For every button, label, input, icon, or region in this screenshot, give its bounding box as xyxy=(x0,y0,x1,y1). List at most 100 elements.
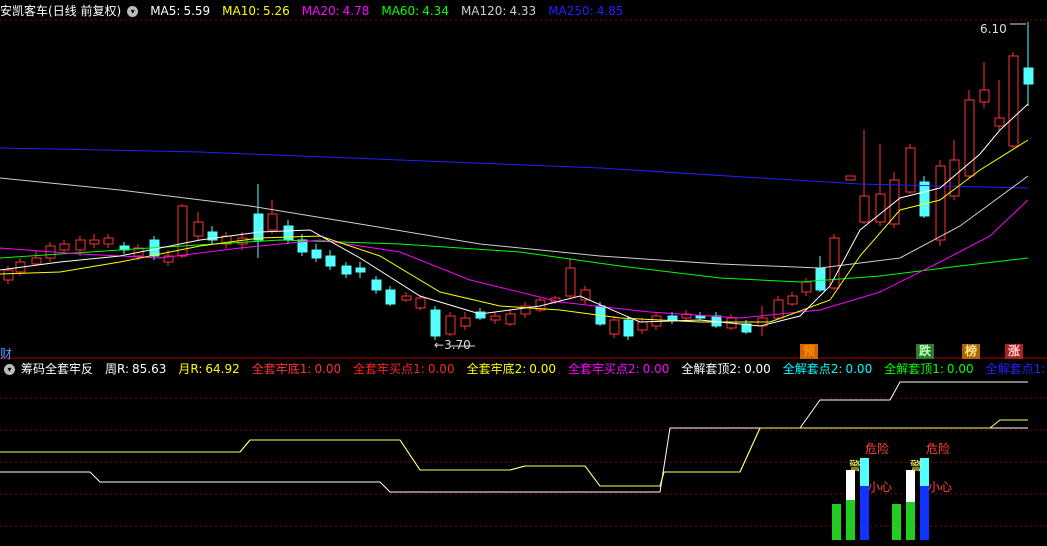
indicator-bar-green xyxy=(846,500,855,540)
candle-body xyxy=(253,213,264,241)
candle-body xyxy=(964,99,975,177)
ma-legend-item-label: MA5: xyxy=(150,4,181,18)
alert-label-1: 警 xyxy=(849,459,862,473)
ma-legend-item-label: MA10: xyxy=(222,4,261,18)
ma-legend-item-label: MA60: xyxy=(381,4,420,18)
candle-body xyxy=(89,239,100,245)
signal-zhang: 涨 xyxy=(1005,344,1024,359)
candle-body xyxy=(505,313,516,325)
stock-chart-window[interactable]: 安凯客车(日线 前复权) ▾ MA5: 5.59 MA10: 5.26 MA20: 4.78 M… xyxy=(0,0,1047,546)
ma-legend: MA5: 5.59 MA10: 5.26 MA20: 4.78 MA60: 4.34 MA120… xyxy=(144,4,629,18)
candle-body xyxy=(445,315,456,335)
ma-legend-item-2: MA20: 4.78 xyxy=(302,4,370,18)
candle-body xyxy=(875,193,886,223)
weekly-r-line-2 xyxy=(0,381,1028,493)
candle-body xyxy=(355,267,366,273)
candle-body xyxy=(283,225,294,241)
indicator-item-6: 全解套顶2: 0.00 xyxy=(681,362,770,376)
indicator-item-label: 全解套点2: xyxy=(782,362,843,376)
indicator-item-2: 全套牢底1: 0.00 xyxy=(252,362,341,376)
candle-body xyxy=(801,281,812,293)
indicator-item-7: 全解套点2: 0.00 xyxy=(783,362,872,376)
ma-legend-item-value: 4.78 xyxy=(342,4,370,18)
indicator-item-3: 全套牢买点1: 0.00 xyxy=(353,362,454,376)
candle-body xyxy=(695,315,706,319)
low-price-value: 3.70 xyxy=(444,338,471,352)
low-price-label: ←3.70 xyxy=(434,338,471,352)
indicator-item-label: 全套牢底2: xyxy=(466,362,527,376)
danger-label-1: 危险 xyxy=(865,442,890,456)
indicator-item-5: 全套牢买点2: 0.00 xyxy=(568,362,669,376)
candle-body xyxy=(859,195,870,223)
ma10-line xyxy=(0,139,1029,323)
indicator-item-value: 0.00 xyxy=(845,362,873,376)
candle-body xyxy=(385,289,396,305)
indicator-item-value: 64.92 xyxy=(205,362,240,376)
stock-name: 安凯客车 xyxy=(0,4,49,18)
ma-legend-item-value: 4.85 xyxy=(596,4,624,18)
danger-label-2: 危险 xyxy=(926,442,951,456)
candle-body xyxy=(311,249,322,259)
period-label: (日线 前复权) xyxy=(48,4,122,18)
signal-die: 跌 xyxy=(916,344,935,359)
ma-legend-item-3: MA60: 4.34 xyxy=(381,4,449,18)
ma-legend-item-label: MA120: xyxy=(460,4,507,18)
candle-body xyxy=(415,297,426,309)
candle-body xyxy=(59,243,70,251)
ma-legend-item-value: 4.33 xyxy=(509,4,537,18)
indicator-item-value: 0.00 xyxy=(946,362,974,376)
candle-body xyxy=(267,213,278,231)
careful-label-1: 小心 xyxy=(868,480,893,494)
indicator-item-value: 0.00 xyxy=(427,362,455,376)
signal-bang: 榜 xyxy=(962,344,981,359)
indicator-item-label: 月R: xyxy=(178,362,203,376)
candle-body xyxy=(773,299,784,319)
indicator-dropdown-icon[interactable]: ▾ xyxy=(4,364,15,375)
indicator-item-value: 0.00 xyxy=(314,362,342,376)
candle-body xyxy=(787,295,798,305)
indicator-bar-green xyxy=(892,504,901,540)
indicator-item-value: 85.63 xyxy=(132,362,167,376)
candle-body xyxy=(401,295,412,301)
ma-legend-item-1: MA10: 5.26 xyxy=(222,4,290,18)
candle-body xyxy=(845,175,856,181)
signal-yu: 预 xyxy=(800,344,819,359)
candle-body xyxy=(325,255,336,267)
indicator-item-9: 全解套点1:0.00 xyxy=(986,362,1047,376)
indicator-item-label: 周R: xyxy=(105,362,130,376)
indicator-item-value: 0.00 xyxy=(642,362,670,376)
candle-body xyxy=(829,237,840,289)
indicator-name: 筹码全套牢反 xyxy=(21,362,94,376)
candle-body xyxy=(31,257,42,265)
ma-legend-item-label: MA20: xyxy=(301,4,340,18)
main-legend-bar: 安凯客车(日线 前复权) ▾ MA5: 5.59 MA10: 5.26 MA20: 4.78 M… xyxy=(0,2,1047,20)
ma-legend-item-4: MA120: 4.33 xyxy=(461,4,536,18)
ma250-line xyxy=(0,147,1029,189)
indicator-bar-green xyxy=(832,504,841,540)
candle-body xyxy=(75,239,86,251)
careful-label-2: 小心 xyxy=(928,480,953,494)
candle-body xyxy=(460,317,471,327)
indicator-item-0: 周R: 85.63 xyxy=(105,362,166,376)
candle-body xyxy=(609,319,620,335)
indicator-item-value: 0.00 xyxy=(744,362,771,376)
candle-body xyxy=(637,321,648,331)
candle-body xyxy=(103,237,114,245)
indicator-item-label: 全套牢底1: xyxy=(251,362,312,376)
ma-legend-item-label: MA250: xyxy=(548,4,594,18)
candle-body xyxy=(565,267,576,297)
indicator-item-8: 全解套顶1: 0.00 xyxy=(884,362,973,376)
candle-body xyxy=(1008,55,1019,147)
indicator-legend-bar: ▾ 筹码全套牢反 周R: 85.63 月R: 64.92 全套牢底1: 0.00 全套牢买点1:… xyxy=(0,360,1047,378)
legend-dropdown-icon[interactable]: ▾ xyxy=(127,6,139,17)
ma-legend-item-0: MA5: 5.59 xyxy=(150,4,210,18)
indicator-legend: 周R: 85.63 月R: 64.92 全套牢底1: 0.00 全套牢买点1: 0.00 全套牢… xyxy=(99,362,1047,376)
indicator-item-4: 全套牢底2: 0.00 xyxy=(467,362,556,376)
candle-body xyxy=(935,165,946,241)
candle-body xyxy=(919,181,930,217)
indicator-item-label: 全解套顶1: xyxy=(884,362,944,376)
ma-legend-item-value: 4.34 xyxy=(422,4,449,18)
kline-chart[interactable] xyxy=(0,0,1047,546)
ma-legend-item-5: MA250: 4.85 xyxy=(548,4,623,18)
candle-body xyxy=(3,269,14,281)
